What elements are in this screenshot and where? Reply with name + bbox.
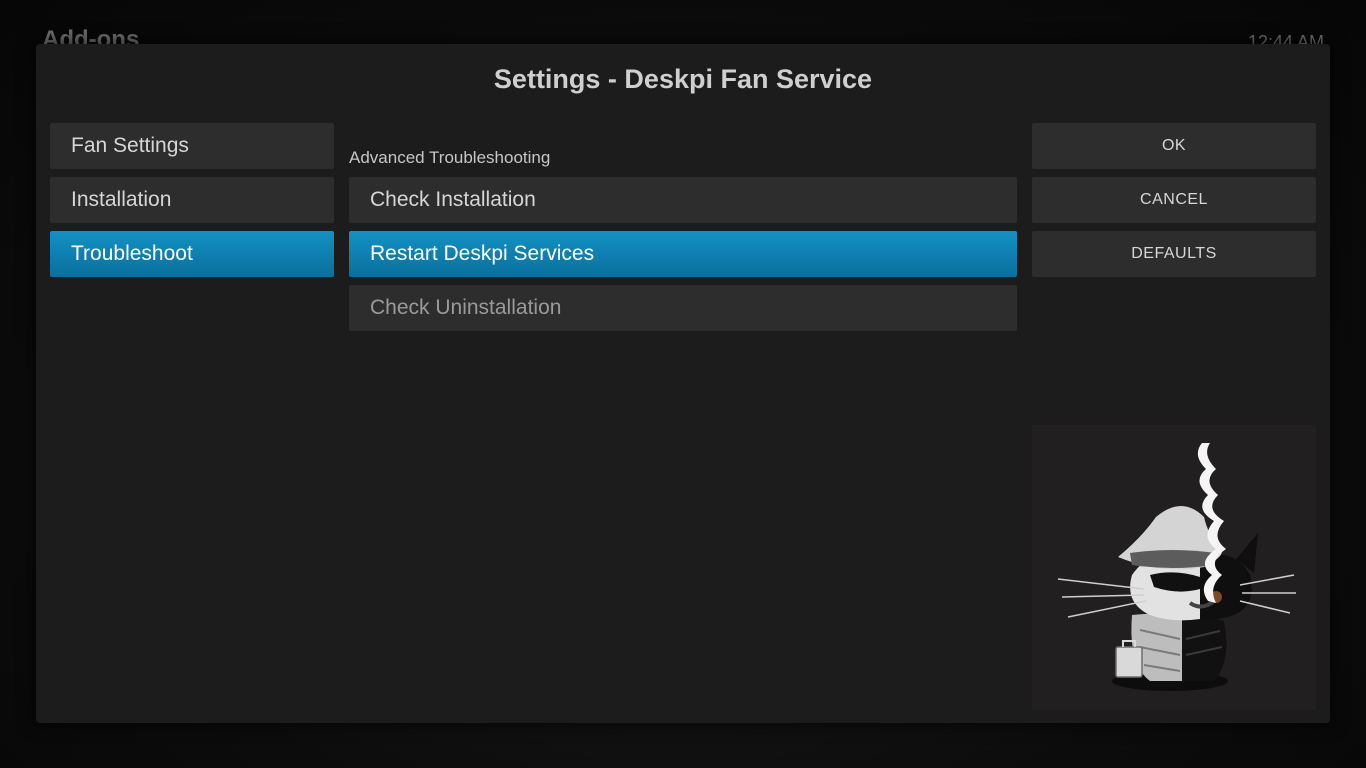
settings-group-label: Advanced Troubleshooting [349, 148, 551, 167]
dialog-title: Settings - Deskpi Fan Service [493, 64, 873, 94]
category-troubleshoot[interactable]: Troubleshoot [50, 231, 334, 277]
addon-thumbnail [1032, 425, 1316, 710]
cat-detective-icon [1057, 443, 1296, 691]
setting-check-installation[interactable]: Check Installation [349, 177, 1017, 223]
category-fan-settings[interactable]: Fan Settings [50, 123, 334, 169]
ok-button[interactable]: OK [1032, 123, 1316, 169]
setting-restart-services[interactable]: Restart Deskpi Services [349, 231, 1017, 277]
category-installation[interactable]: Installation [50, 177, 334, 223]
cancel-button[interactable]: CANCEL [1032, 177, 1316, 223]
defaults-button[interactable]: DEFAULTS [1032, 231, 1316, 277]
setting-check-uninstallation[interactable]: Check Uninstallation [349, 285, 1017, 331]
